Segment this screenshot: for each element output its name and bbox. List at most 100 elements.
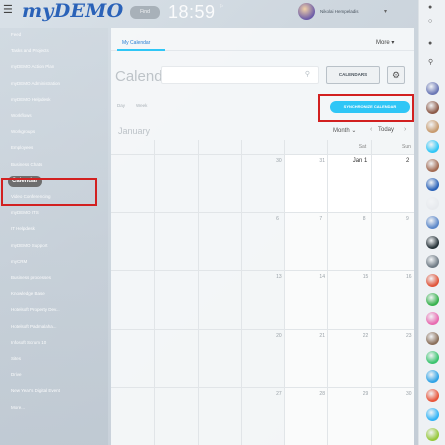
clock[interactable]: 18:59	[168, 2, 216, 23]
day-number[interactable]: 2	[406, 158, 409, 164]
sidebar-item-mycrm[interactable]: myCRM	[11, 257, 27, 267]
sidebar-item-tasks-and-projects[interactable]: Tasks and Projects	[11, 46, 49, 56]
sidebar-item-hotelsoft-property-dev[interactable]: Hotelsoft Property Dev...	[11, 305, 60, 315]
rail-contact-avatar[interactable]	[426, 312, 439, 326]
day-number[interactable]: 22	[363, 333, 369, 339]
today-button[interactable]: Today	[378, 127, 394, 133]
grid-row-line	[111, 386, 414, 388]
rail-contact-avatar[interactable]	[426, 370, 439, 383]
grid-column-line	[197, 140, 199, 445]
sidebar-item-workgroups[interactable]: Workgroups	[11, 127, 35, 137]
sidebar-item-mydemo-support[interactable]: myDEMO Support	[11, 241, 48, 251]
rail-contact-avatar[interactable]	[426, 293, 439, 307]
sidebar-item-feed[interactable]: Feed	[11, 30, 21, 40]
day-cell-bg	[284, 212, 414, 271]
tab-my-calendar[interactable]: My Calendar	[122, 40, 150, 46]
calendars-button[interactable]: CALENDARS	[326, 66, 380, 84]
day-number[interactable]: 31	[319, 158, 325, 164]
sidebar-item-sites[interactable]: Sites	[11, 354, 21, 364]
day-number[interactable]: 14	[319, 274, 325, 280]
rail-contact-avatar[interactable]	[426, 216, 439, 230]
grid-column-line	[240, 140, 242, 445]
day-number[interactable]: 21	[319, 333, 325, 339]
rail-contact-avatar[interactable]	[426, 82, 439, 95]
day-number[interactable]: 13	[276, 274, 282, 280]
calendar-main-panel: My Calendar More ▾ Calendar ⚲ CALENDARS …	[111, 28, 414, 445]
tab-active-indicator	[117, 49, 165, 51]
sidebar-item-mydemo-administration[interactable]: myDEMO Administration	[11, 79, 60, 89]
rail-contact-avatar[interactable]	[426, 389, 439, 403]
sidebar-item-workflows[interactable]: Workflows	[11, 111, 32, 121]
search-input[interactable]: ⚲	[161, 66, 319, 84]
day-number[interactable]: 20	[276, 333, 282, 339]
rail-contact-avatar[interactable]	[426, 139, 439, 153]
weekday-header: Sun	[402, 144, 411, 150]
prev-month-chevron-icon[interactable]: ‹	[370, 126, 372, 133]
messenger-icon[interactable]: ○	[428, 18, 432, 25]
sync-highlight-box	[318, 94, 414, 122]
settings-gear-button[interactable]: ⚙	[387, 66, 405, 84]
sidebar-item-mydemo-helpdesk[interactable]: myDEMO Helpdesk	[11, 95, 51, 105]
sidebar-item-new-year-s-digital-event[interactable]: New Year's Digital Event	[11, 386, 60, 396]
sidebar-item-more[interactable]: More...	[11, 403, 25, 413]
view-day-tab[interactable]: Day	[117, 103, 125, 108]
sidebar-item-mydemo-action-plan[interactable]: myDEMO Action Plan	[11, 62, 54, 72]
month-view-dropdown[interactable]: Month ⌄	[333, 127, 356, 134]
rail-contact-avatar[interactable]	[426, 120, 439, 134]
sidebar-item-it-helpdesk[interactable]: IT Helpdesk	[11, 224, 35, 234]
rail-contact-avatar[interactable]	[426, 408, 439, 422]
search-pill[interactable]: Find	[130, 6, 160, 19]
more-label: More	[376, 40, 390, 46]
app-logo[interactable]: myDEMO	[22, 0, 124, 22]
right-rail: ● ○ ● ⚲	[418, 0, 445, 445]
day-number[interactable]: 9	[406, 216, 409, 222]
sidebar-item-drive[interactable]: Drive	[11, 370, 22, 380]
user-name[interactable]: Nikolai Hempeladis	[320, 9, 380, 14]
user-avatar[interactable]	[298, 3, 315, 20]
rail-contact-avatar[interactable]	[426, 427, 439, 441]
sidebar-item-knowledge-base[interactable]: Knowledge Base	[11, 289, 45, 299]
favorites-icon[interactable]: ●	[428, 40, 432, 47]
rail-contact-avatar[interactable]	[426, 101, 439, 115]
day-number[interactable]: 7	[319, 216, 322, 222]
sidebar-item-business-processes[interactable]: Business processes	[11, 273, 51, 283]
rail-contact-avatar[interactable]	[426, 274, 439, 287]
notification-bell-icon[interactable]: ●	[428, 4, 432, 11]
clock-notification-icon: ⚐	[219, 4, 224, 10]
next-month-chevron-icon[interactable]: ›	[404, 126, 406, 133]
day-number[interactable]: 16	[406, 274, 412, 280]
day-number[interactable]: 23	[406, 333, 412, 339]
sidebar-item-hotelsoft-padmalaha[interactable]: Hotelsoft Padmalaha...	[11, 322, 57, 332]
sidebar-item-infosoft-scrum-10[interactable]: Infosoft Scrum 10	[11, 338, 46, 348]
grid-column-line	[154, 140, 156, 445]
day-number[interactable]: 15	[363, 274, 369, 280]
day-number[interactable]: 6	[276, 216, 279, 222]
day-number[interactable]: 29	[363, 391, 369, 397]
rail-contact-avatar[interactable]	[426, 350, 439, 364]
rail-contact-avatar[interactable]	[426, 197, 439, 211]
month-title: January	[118, 126, 151, 136]
hamburger-menu-icon[interactable]: ☰	[3, 5, 13, 16]
sidebar-item-employees[interactable]: Employees	[11, 143, 33, 153]
chevron-down-icon[interactable]: ▾	[384, 8, 387, 15]
day-number[interactable]: 30	[406, 391, 412, 397]
day-number[interactable]: Jan 1	[353, 158, 368, 164]
month-dropdown-label: Month	[333, 128, 350, 134]
day-number[interactable]: 8	[363, 216, 366, 222]
rail-contact-avatar[interactable]	[426, 254, 439, 268]
day-number[interactable]: 28	[319, 391, 325, 397]
more-menu-button[interactable]: More ▾	[376, 39, 394, 46]
day-cell-bg	[284, 386, 414, 445]
search-rail-icon[interactable]: ⚲	[428, 58, 433, 66]
sidebar-item-mydemo-its[interactable]: myDEMO ITS	[11, 208, 39, 218]
search-icon[interactable]: ⚲	[305, 70, 310, 78]
view-week-tab[interactable]: Week	[136, 103, 147, 108]
rail-contact-avatar[interactable]	[426, 331, 439, 345]
top-header: ☰ myDEMO Find 18:59 ⚐ Nikolai Hempeladis…	[0, 0, 418, 26]
day-number[interactable]: 30	[276, 158, 282, 164]
day-number[interactable]: 27	[276, 391, 282, 397]
rail-contact-avatar[interactable]	[426, 158, 439, 172]
rail-contact-avatar[interactable]	[426, 235, 439, 249]
sidebar-item-business-chats[interactable]: Business Chats	[11, 160, 42, 170]
rail-contact-avatar[interactable]	[426, 178, 439, 191]
